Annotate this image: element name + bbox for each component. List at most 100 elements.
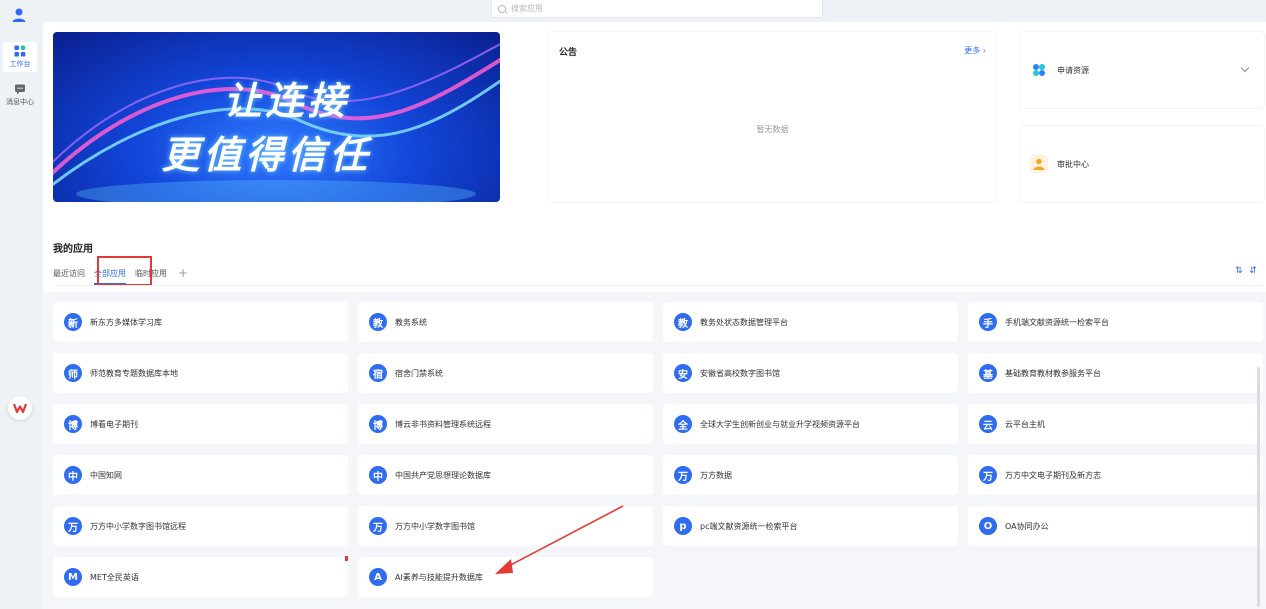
notice-empty-text: 暂无数据 <box>756 125 789 134</box>
app-card[interactable]: 中中国共产党思想理论数据库 <box>358 455 653 495</box>
chat-icon <box>15 84 25 95</box>
app-name: MET全民英语 <box>90 572 139 582</box>
apps-icon <box>1030 61 1048 79</box>
highlight-box <box>97 256 152 286</box>
tabs-divider <box>53 285 1264 286</box>
app-name: 万方中小学数字图书馆远程 <box>90 521 186 531</box>
app-badge-icon: 安 <box>674 364 692 382</box>
app-badge-icon: 博 <box>64 415 82 433</box>
banner-line-1: 让连接 <box>223 79 350 123</box>
notice-title: 公告 <box>559 48 578 58</box>
app-name: OA协同办公 <box>1005 521 1049 531</box>
grid-icon <box>14 45 26 57</box>
promo-banner[interactable]: 让连接 更值得信任 <box>53 32 500 202</box>
app-name: pc端文献资源统一检索平台 <box>700 521 798 531</box>
app-badge-icon: 万 <box>674 466 692 484</box>
tab-recent[interactable]: 最近访问 <box>53 268 85 279</box>
app-badge-icon: 新 <box>64 313 82 331</box>
approval-center-label: 审批中心 <box>1057 159 1089 169</box>
app-badge-icon: 中 <box>369 466 387 484</box>
app-badge-icon: 手 <box>979 313 997 331</box>
app-name: 中国知网 <box>90 470 122 480</box>
approval-center-card[interactable]: 审批中心 <box>1020 126 1264 202</box>
wps-logo-icon <box>13 403 27 414</box>
app-badge-icon: A <box>369 568 387 586</box>
notice-more-link[interactable]: 更多 › <box>964 45 986 56</box>
app-name: 万方数据 <box>700 470 732 480</box>
app-card[interactable]: 万万方中小学数字图书馆远程 <box>53 506 348 546</box>
app-name: 教务处状态数据管理平台 <box>700 317 788 327</box>
app-card[interactable]: 手手机端文献资源统一检索平台 <box>968 302 1263 342</box>
app-card[interactable]: 基基础教育教材教参服务平台 <box>968 353 1263 393</box>
rail-item-messages[interactable]: 消息中心 <box>3 80 37 110</box>
search-icon <box>498 4 506 13</box>
app-name: 云平台主机 <box>1005 419 1045 429</box>
app-card[interactable]: 全全球大学生创新创业与就业升学视频资源平台 <box>663 404 958 444</box>
app-card[interactable]: O OA协同办公 <box>968 506 1263 546</box>
sort-button[interactable]: ⇅ ⇵ <box>1235 266 1259 276</box>
app-badge-icon: 师 <box>64 364 82 382</box>
chevron-down-icon[interactable] <box>1240 63 1250 73</box>
person-icon <box>1030 155 1048 173</box>
app-badge-icon: O <box>979 517 997 535</box>
notice-card: 公告 更多 › 暂无数据 <box>549 32 996 202</box>
app-badge-icon: 全 <box>674 415 692 433</box>
app-badge-icon: p <box>674 517 692 535</box>
apply-resource-card[interactable]: 申请资源 <box>1020 32 1264 108</box>
app-name: 师范教育专题数据库本地 <box>90 368 178 378</box>
app-card[interactable]: 教教务系统 <box>358 302 653 342</box>
app-card[interactable]: 宿宿舍门禁系统 <box>358 353 653 393</box>
section-title: 我的应用 <box>53 244 93 255</box>
app-card[interactable]: 新新东方多媒体学习库 <box>53 302 348 342</box>
app-card[interactable]: A AI素养与技能提升数据库 <box>358 557 653 597</box>
notification-dot <box>345 556 348 561</box>
app-badge-icon: 宿 <box>369 364 387 382</box>
app-card[interactable]: 博博云非书资料管理系统远程 <box>358 404 653 444</box>
app-card[interactable]: 万万方数据 <box>663 455 958 495</box>
app-card[interactable]: M MET全民英语 <box>53 557 348 597</box>
left-rail: 工作台 消息中心 <box>0 0 40 609</box>
app-card[interactable]: 万万方中文电子期刊及新方志 <box>968 455 1263 495</box>
rail-item-label: 工作台 <box>9 60 31 68</box>
app-name: 全球大学生创新创业与就业升学视频资源平台 <box>700 419 860 429</box>
banner-line-2: 更值得信任 <box>161 133 372 177</box>
avatar-icon[interactable] <box>10 6 28 24</box>
search-placeholder: 搜索应用 <box>511 4 543 13</box>
app-name: 手机端文献资源统一检索平台 <box>1005 317 1109 327</box>
rail-item-workbench[interactable]: 工作台 <box>3 42 37 72</box>
top-bar: 搜索应用 <box>0 0 1266 22</box>
wps-button[interactable] <box>8 396 32 420</box>
scrollbar[interactable] <box>1257 367 1260 607</box>
app-badge-icon: 博 <box>369 415 387 433</box>
app-card[interactable]: 万万方中小学数字图书馆 <box>358 506 653 546</box>
app-badge-icon: M <box>64 568 82 586</box>
app-name: 宿舍门禁系统 <box>395 368 443 378</box>
app-card[interactable]: p pc端文献资源统一检索平台 <box>663 506 958 546</box>
app-card[interactable]: 教教务处状态数据管理平台 <box>663 302 958 342</box>
app-badge-icon: 教 <box>674 313 692 331</box>
app-card[interactable]: 中中国知网 <box>53 455 348 495</box>
app-badge-icon: 基 <box>979 364 997 382</box>
app-name: 安徽省高校数字图书馆 <box>700 368 780 378</box>
app-name: 中国共产党思想理论数据库 <box>395 470 491 480</box>
main-panel: 让连接 更值得信任 公告 更多 › 暂无数据 申请资源 审批中心 我的应用 最近… <box>43 22 1266 609</box>
app-card[interactable]: 博博看电子期刊 <box>53 404 348 444</box>
app-name: 教务系统 <box>395 317 427 327</box>
app-card[interactable]: 师师范教育专题数据库本地 <box>53 353 348 393</box>
rail-item-label: 消息中心 <box>6 98 34 106</box>
add-tab-button[interactable]: + <box>178 266 188 280</box>
app-badge-icon: 中 <box>64 466 82 484</box>
app-card[interactable]: 安安徽省高校数字图书馆 <box>663 353 958 393</box>
app-card[interactable]: 云云平台主机 <box>968 404 1263 444</box>
app-badge-icon: 教 <box>369 313 387 331</box>
app-badge-icon: 万 <box>369 517 387 535</box>
apply-resource-label: 申请资源 <box>1057 65 1089 75</box>
app-name: AI素养与技能提升数据库 <box>395 572 483 582</box>
app-name: 博云非书资料管理系统远程 <box>395 419 491 429</box>
search-input[interactable]: 搜索应用 <box>491 0 823 18</box>
app-name: 新东方多媒体学习库 <box>90 317 162 327</box>
app-badge-icon: 万 <box>979 466 997 484</box>
app-name: 基础教育教材教参服务平台 <box>1005 368 1101 378</box>
app-name: 万方中文电子期刊及新方志 <box>1005 470 1101 480</box>
app-badge-icon: 万 <box>64 517 82 535</box>
